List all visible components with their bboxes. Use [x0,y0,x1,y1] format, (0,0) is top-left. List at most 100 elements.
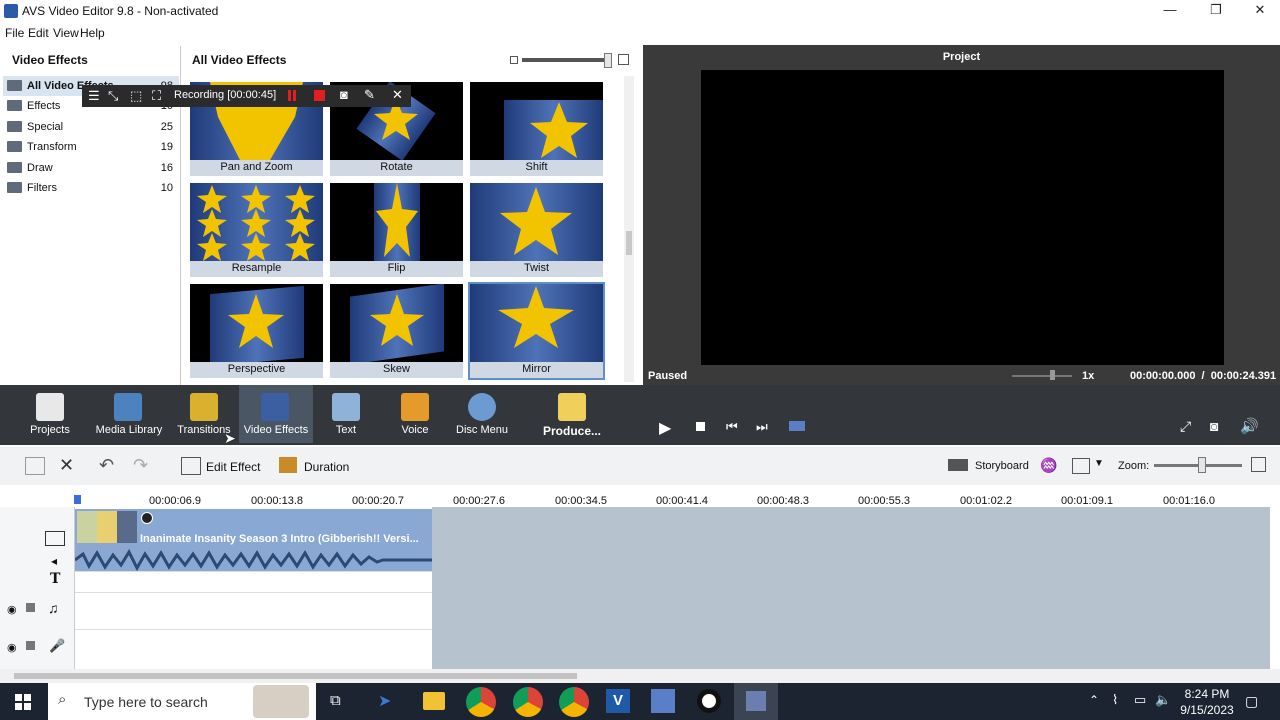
chevron-down-icon[interactable]: ▼ [1094,458,1104,469]
effect-tile-twist[interactable]: Twist [470,183,603,277]
close-recording-icon[interactable]: ✕ [392,87,403,103]
edit-effect-icon[interactable] [181,457,201,475]
recorder-icon[interactable] [697,689,721,713]
projects-button[interactable]: Projects [14,385,86,443]
previous-icon[interactable]: ⏮ [726,419,738,435]
category-transform[interactable]: Transform 19 [3,137,179,157]
region-icon[interactable]: ⬚ [130,88,142,104]
menu-icon[interactable]: ☰ [88,88,100,104]
duration-button[interactable]: Duration [304,460,349,474]
disc-menu-button[interactable]: Disc Menu [446,385,518,443]
timeline-scrollbar[interactable] [0,669,1280,683]
scrollbar-thumb[interactable] [14,673,577,679]
monitor-icon[interactable] [1072,458,1090,474]
close-button[interactable]: ✕ [1238,0,1280,22]
category-draw[interactable]: Draw 16 [3,158,179,178]
avs-editor-task-icon[interactable] [734,683,778,720]
speaker-icon[interactable]: 🔈 [1155,692,1171,708]
video-effects-button[interactable]: Video Effects [239,385,313,443]
category-special[interactable]: Special 25 [3,117,179,137]
snapshot-icon[interactable]: ◙ [1210,418,1218,434]
small-size-icon[interactable] [510,56,518,64]
chevron-up-icon[interactable]: ⌃ [1089,693,1099,707]
vegas-icon[interactable]: V [606,689,630,713]
zoom-slider-handle[interactable] [1198,457,1206,473]
delete-icon[interactable]: ✕ [59,455,74,476]
timeline-ruler[interactable]: 00:00:06.9 00:00:13.8 00:00:20.7 00:00:2… [0,485,1280,507]
effects-scrollbar[interactable] [624,76,634,382]
effect-tile-flip[interactable]: Flip [330,183,463,277]
pen-icon[interactable]: ✎ [364,87,375,103]
play-icon[interactable]: ▶ [659,418,671,438]
video-clip[interactable]: Inanimate Insanity Season 3 Intro (Gibbe… [75,509,432,549]
chrome-profile-icon[interactable] [513,687,543,717]
chrome-icon[interactable] [466,687,496,717]
clip-effect-icon[interactable] [141,512,153,524]
eye-icon[interactable]: ◉ [7,603,17,616]
storyboard-button[interactable]: Storyboard [975,460,1029,472]
notifications-icon[interactable]: ▢ [1245,693,1258,710]
minimize-button[interactable]: — [1148,0,1192,22]
cursor-app-icon[interactable]: ➤ [378,691,391,711]
effect-tile-perspective[interactable]: Perspective [190,284,323,378]
audio-mute-icon[interactable]: ◂ [51,554,57,568]
resize-icon[interactable]: ⤡ [108,88,118,104]
large-size-icon[interactable] [618,54,629,65]
volume-icon[interactable]: 🔊 [1240,417,1259,435]
speed-slider-handle[interactable] [1050,370,1055,380]
produce-button[interactable]: Produce... [532,385,612,443]
kinemaster-icon[interactable] [651,689,675,713]
edit-effect-button[interactable]: Edit Effect [206,460,260,474]
slider-handle[interactable] [604,53,612,68]
split-icon[interactable] [789,421,805,431]
effect-label: Perspective [227,363,286,375]
storyboard-icon[interactable] [948,459,968,471]
menu-file[interactable]: File [5,26,24,40]
video-canvas[interactable] [701,70,1224,365]
windows-start-icon[interactable] [15,694,31,710]
audio-mixer-icon[interactable]: ♒ [1040,457,1057,474]
duration-icon[interactable] [279,457,297,473]
stop-icon[interactable] [696,422,705,431]
network-icon[interactable]: ⌇ [1112,692,1118,708]
battery-icon[interactable]: ▭ [1134,692,1146,708]
category-filters[interactable]: Filters 10 [3,178,179,198]
redo-icon[interactable]: ↷ [133,455,148,476]
chrome-profile-2-icon[interactable] [559,687,589,717]
maximize-button[interactable]: ❐ [1194,0,1238,22]
eye-icon[interactable]: ◉ [7,641,17,654]
lock-icon[interactable] [26,641,35,650]
effect-tile-resample[interactable]: Resample [190,183,323,277]
menu-help[interactable]: Help [80,26,105,40]
camera-icon[interactable]: ◙ [340,87,348,102]
audio-waveform[interactable] [75,549,432,571]
pause-icon[interactable] [288,90,291,101]
fullscreen-icon[interactable]: ⤢ [1180,418,1191,435]
effect-tile-mirror[interactable]: Mirror [468,282,605,380]
clock-date[interactable]: 9/15/2023 [1175,703,1239,717]
file-explorer-icon[interactable] [423,692,445,710]
ruler-tick: 00:01:02.2 [960,495,1012,507]
empty-track-region[interactable] [432,507,1270,669]
thumbnail-size-slider[interactable] [522,58,606,62]
scrollbar-thumb[interactable] [626,231,632,255]
next-icon[interactable]: ⏭ [756,419,768,435]
menu-view[interactable]: View [53,26,79,40]
undo-icon[interactable]: ↶ [99,455,114,476]
menu-edit[interactable]: Edit [28,26,49,40]
speed-slider[interactable] [1012,375,1072,377]
taskbar-search-box[interactable]: ⌕ Type here to search [48,683,316,720]
fit-timeline-icon[interactable] [1251,457,1266,472]
task-view-icon[interactable]: ⧉ [330,692,341,709]
playhead-marker[interactable] [74,495,81,504]
stop-icon[interactable] [314,90,325,101]
storyboard-toggle-icon[interactable] [25,457,45,475]
voice-button[interactable]: Voice [379,385,451,443]
fullscreen-icon[interactable]: ⛶ [152,88,161,104]
clock-time[interactable]: 8:24 PM [1175,687,1239,701]
media-library-button[interactable]: Media Library [92,385,166,443]
effect-tile-skew[interactable]: Skew [330,284,463,378]
lock-icon[interactable] [26,603,35,612]
text-button[interactable]: Text [310,385,382,443]
effect-tile-shift[interactable]: Shift [470,82,603,176]
